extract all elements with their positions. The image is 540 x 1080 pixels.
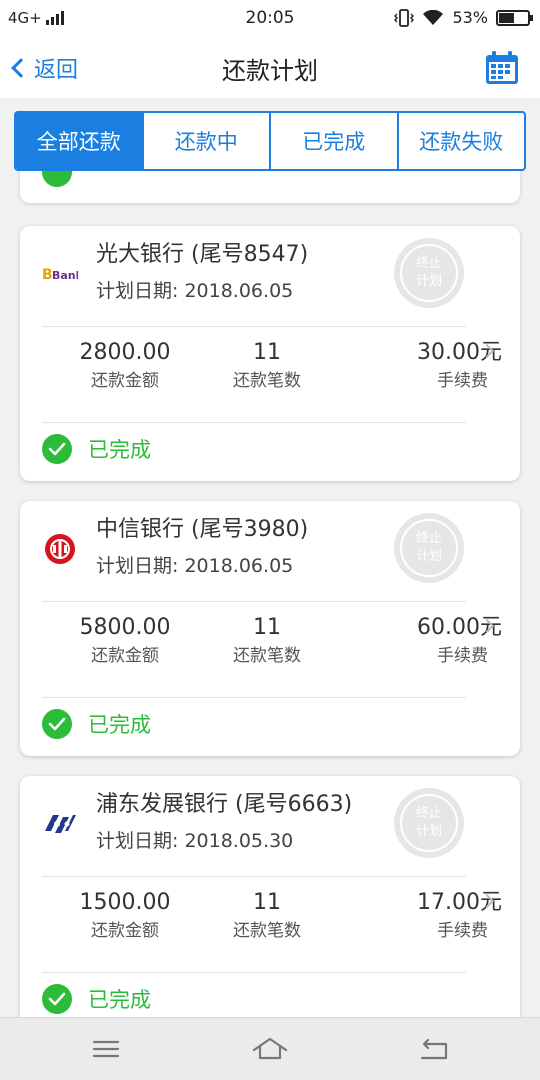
plan-stats: 5800.00 还款金额 11 还款笔数 60.00元手续费 — [42, 613, 503, 683]
plan-date-row: 计划日期: 2018.05.30 — [96, 830, 294, 852]
plan-stats: 1500.00 还款金额 11 还款笔数 17.00元手续费 — [42, 888, 503, 958]
bank-logo: B Bank — [42, 256, 78, 292]
repay-count-label: 还款笔数 — [233, 371, 301, 391]
stop-plan-button[interactable]: 终止 计划 — [394, 238, 464, 308]
repay-count: 11 — [253, 340, 281, 365]
menu-icon[interactable] — [86, 1034, 126, 1064]
status-text: 已完成 — [88, 988, 151, 1012]
spdb-logo — [45, 815, 76, 833]
bank-text-logo: B Bank — [42, 267, 78, 283]
repay-count-label: 还款笔数 — [233, 921, 301, 941]
repay-amount-label: 还款金额 — [91, 921, 159, 941]
fee: 17.00元 — [417, 890, 502, 915]
divider — [42, 876, 466, 877]
bank-logo — [42, 531, 78, 567]
stop-plan-button[interactable]: 终止 计划 — [394, 513, 464, 583]
divider — [42, 422, 466, 423]
divider — [42, 601, 466, 602]
status-icons: 53% — [394, 8, 533, 27]
battery-percent: 53% — [452, 8, 488, 27]
citic-logo — [45, 534, 75, 564]
plan-date-row: 计划日期: 2018.06.05 — [96, 280, 294, 302]
battery-icon — [496, 9, 533, 26]
status-row: 已完成 — [42, 434, 151, 464]
plan-date-row: 计划日期: 2018.06.05 — [96, 555, 294, 577]
fee: 60.00元 — [417, 615, 502, 640]
tab-all[interactable]: 全部还款 — [16, 113, 142, 169]
status-bar: 4G+ 20:05 53% — [0, 0, 540, 36]
home-icon[interactable] — [250, 1034, 290, 1064]
repay-count: 11 — [253, 615, 281, 640]
plan-card-partial[interactable] — [20, 171, 520, 203]
fee-label: 手续费 — [437, 646, 488, 666]
status-text: 已完成 — [88, 713, 151, 737]
check-icon — [42, 984, 72, 1014]
plan-date: 2018.06.05 — [184, 555, 294, 577]
wifi-icon — [423, 9, 444, 25]
check-icon — [42, 434, 72, 464]
stop-plan-button[interactable]: 终止 计划 — [394, 788, 464, 858]
repay-amount: 2800.00 — [79, 340, 171, 365]
plan-card[interactable]: 中信银行 (尾号3980) 计划日期: 2018.06.05 终止 计划 580… — [20, 501, 520, 756]
status-row: 已完成 — [42, 709, 151, 739]
divider — [42, 326, 466, 327]
back-nav-icon[interactable] — [414, 1034, 454, 1064]
svg-text:Bank: Bank — [52, 269, 78, 282]
repay-count: 11 — [253, 890, 281, 915]
repay-amount-label: 还款金额 — [91, 646, 159, 666]
fee: 30.00元 — [417, 340, 502, 365]
repay-count-label: 还款笔数 — [233, 646, 301, 666]
system-nav-bar — [0, 1017, 540, 1080]
repay-amount: 5800.00 — [79, 615, 171, 640]
bank-name: 浦东发展银行 (尾号6663) — [96, 792, 353, 817]
plan-card[interactable]: B Bank 光大银行 (尾号8547) 计划日期: 2018.06.05 终止… — [20, 226, 520, 481]
status-row: 已完成 — [42, 984, 151, 1014]
divider — [42, 697, 466, 698]
nav-bar: 返回 还款计划 — [0, 36, 540, 98]
fee-label: 手续费 — [437, 921, 488, 941]
filter-tabs: 全部还款 还款中 已完成 还款失败 — [14, 111, 526, 171]
tab-in-progress[interactable]: 还款中 — [141, 113, 270, 169]
plan-date: 2018.06.05 — [184, 280, 294, 302]
card-tail: (尾号3980) — [191, 517, 309, 542]
plan-date: 2018.05.30 — [184, 830, 294, 852]
calendar-icon[interactable] — [484, 50, 520, 86]
card-tail: (尾号6663) — [235, 792, 353, 817]
check-icon — [42, 171, 72, 187]
tab-failed[interactable]: 还款失败 — [396, 113, 525, 169]
fee-label: 手续费 — [437, 371, 488, 391]
plan-stats: 2800.00 还款金额 11 还款笔数 30.00元手续费 — [42, 338, 503, 408]
repay-amount-label: 还款金额 — [91, 371, 159, 391]
page-title: 还款计划 — [222, 57, 318, 85]
tab-completed[interactable]: 已完成 — [269, 113, 397, 169]
bank-name: 中信银行 (尾号3980) — [96, 517, 309, 542]
bank-logo — [42, 806, 78, 842]
repay-amount: 1500.00 — [79, 890, 171, 915]
repayment-plan-list[interactable]: B Bank 光大银行 (尾号8547) 计划日期: 2018.06.05 终止… — [0, 171, 540, 1017]
bank-name: 光大银行 (尾号8547) — [96, 242, 309, 267]
divider — [42, 972, 466, 973]
vibrate-icon — [394, 8, 415, 27]
status-text: 已完成 — [88, 438, 151, 462]
plan-card[interactable]: 浦东发展银行 (尾号6663) 计划日期: 2018.05.30 终止 计划 1… — [20, 776, 520, 1017]
card-tail: (尾号8547) — [191, 242, 309, 267]
check-icon — [42, 709, 72, 739]
